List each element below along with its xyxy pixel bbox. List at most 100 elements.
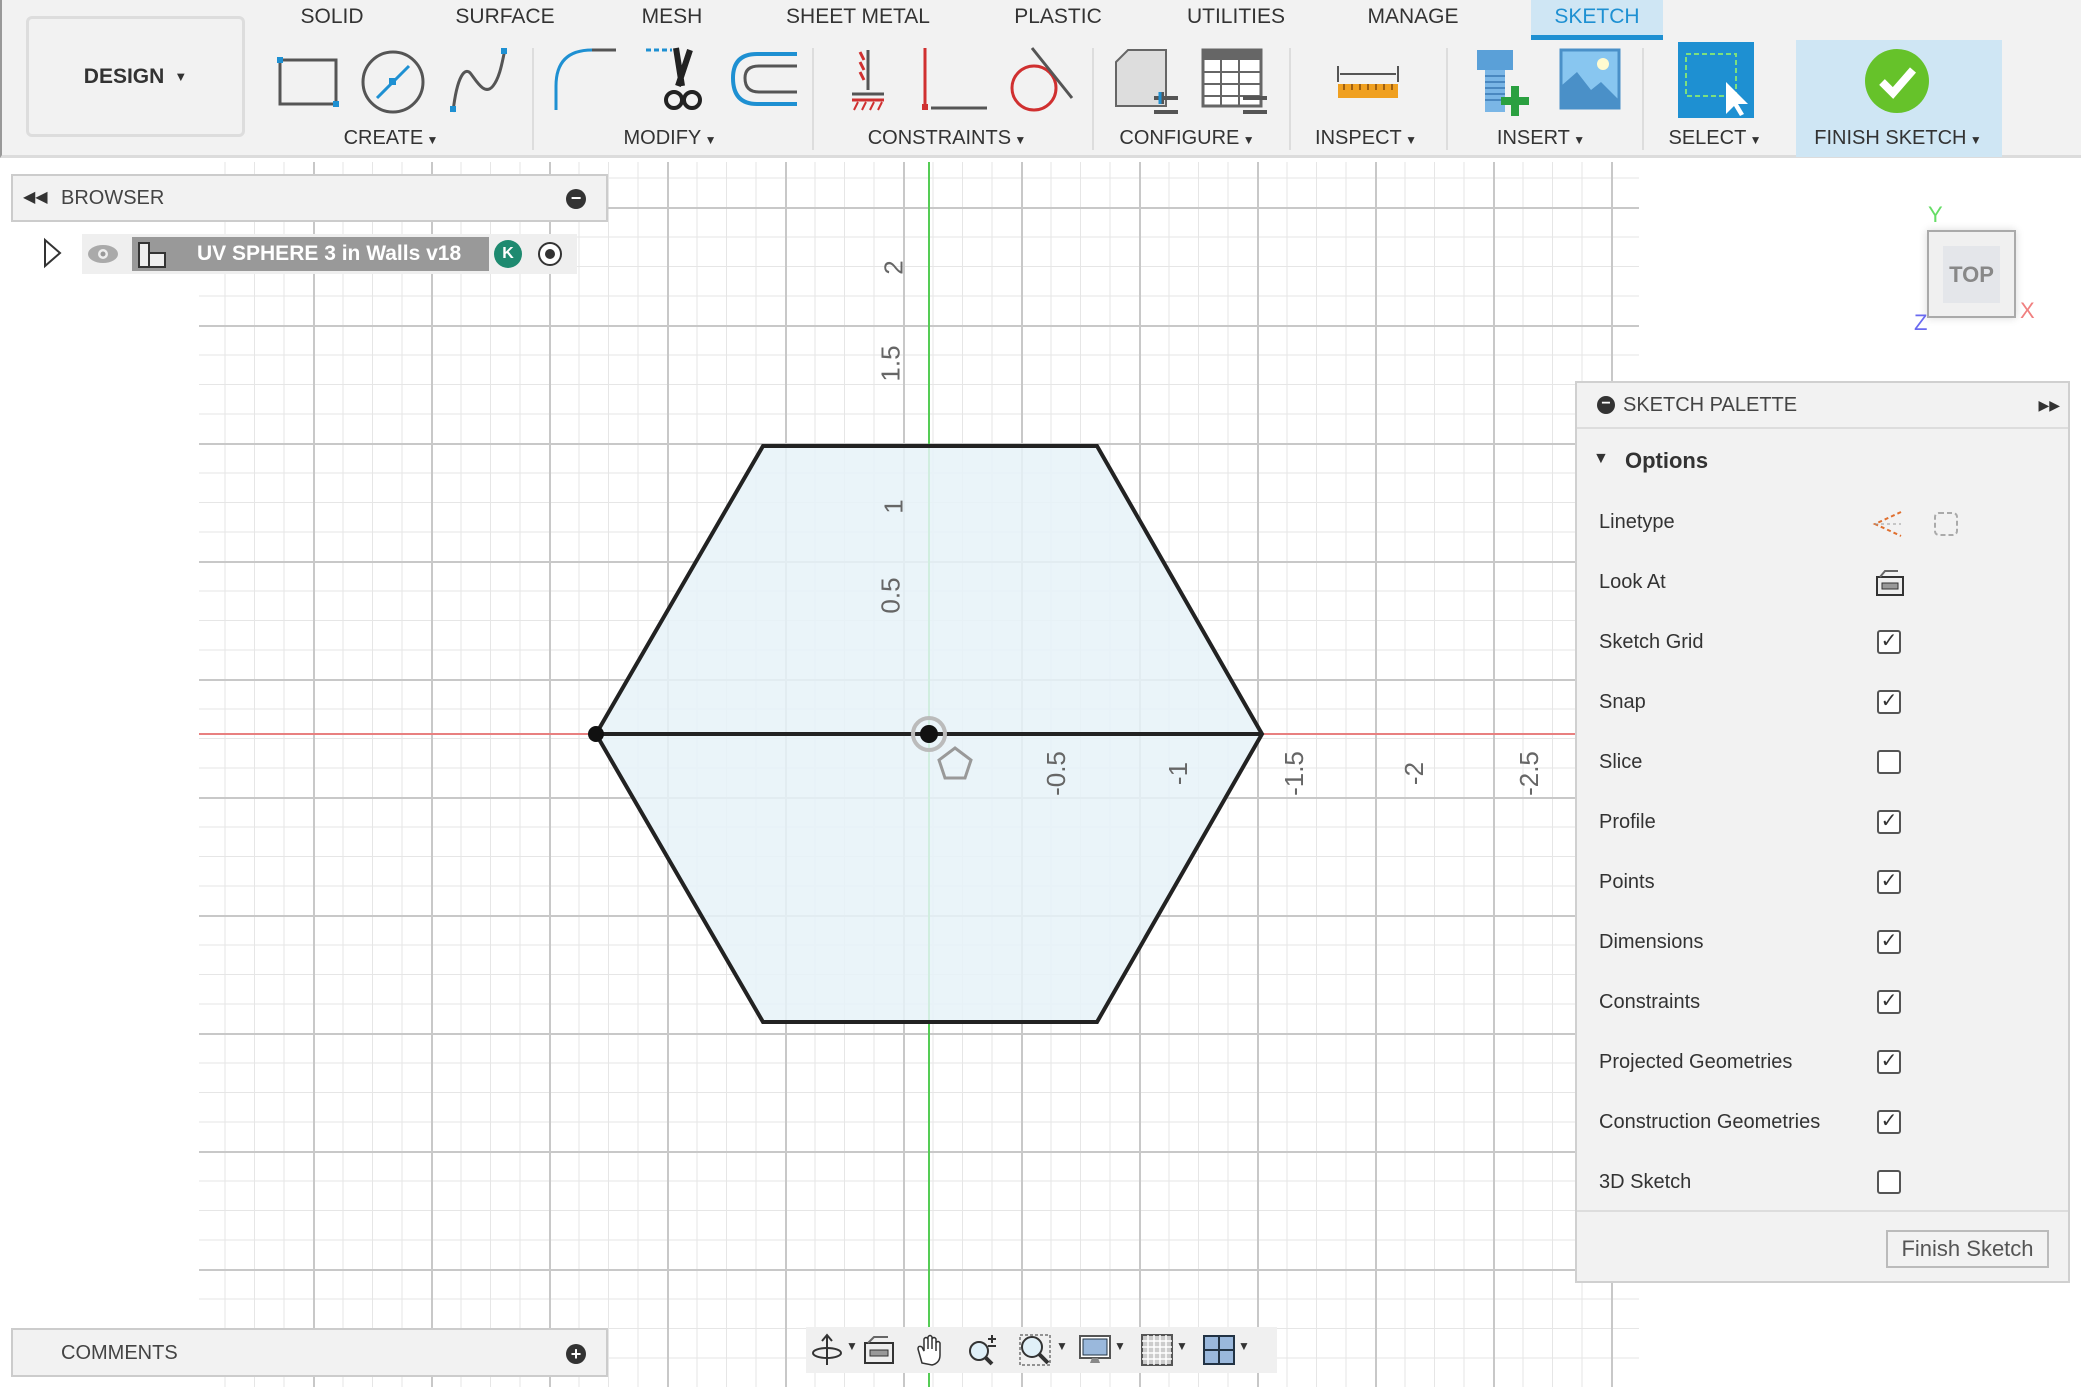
option-label: Profile xyxy=(1599,811,1656,833)
tab-solid[interactable]: SOLID xyxy=(300,4,363,40)
expand-arrow-icon[interactable] xyxy=(40,236,64,270)
configuration-table-icon[interactable] xyxy=(1199,46,1271,118)
caret-down-icon[interactable]: ▼ xyxy=(1056,1339,1068,1353)
tangent-constraint-icon[interactable] xyxy=(1002,46,1074,118)
fix-constraint-icon[interactable] xyxy=(832,46,904,118)
tab-plastic[interactable]: PLASTIC xyxy=(1014,4,1102,40)
tab-sketch[interactable]: SKETCH xyxy=(1554,4,1639,40)
caret-down-icon: ▼ xyxy=(1239,133,1255,147)
option-label: 3D Sketch xyxy=(1599,1171,1692,1193)
divider xyxy=(1092,48,1094,150)
caret-down-icon[interactable]: ▼ xyxy=(1176,1339,1188,1353)
minimize-icon[interactable]: − xyxy=(1597,396,1615,414)
collapse-panel-icon[interactable]: ◀◀ xyxy=(23,187,48,207)
browser-panel: ◀◀ BROWSER − xyxy=(11,174,608,222)
item-label-highlight: UV SPHERE 3 in Walls v18 xyxy=(132,237,489,271)
browser-item-row[interactable]: UV SPHERE 3 in Walls v18 K xyxy=(82,234,577,274)
insert-mcmaster-bolt-icon[interactable] xyxy=(1467,46,1539,118)
sketch-palette: − SKETCH PALETTE ▶▶ ▼ Options Linetype Lo… xyxy=(1575,381,2070,1283)
look-at-icon[interactable] xyxy=(862,1333,896,1367)
group-label: INSPECT xyxy=(1315,127,1402,149)
rectangle-icon[interactable] xyxy=(272,46,344,118)
viewcube-top-face[interactable]: TOP xyxy=(1943,246,2000,303)
linetype-construction-icon[interactable] xyxy=(1871,509,1905,539)
group-create-menu[interactable]: CREATE ▼ xyxy=(344,127,439,150)
caret-down-icon: ▼ xyxy=(1401,133,1417,147)
caret-down-icon: ▼ xyxy=(1569,133,1586,147)
pan-hand-icon[interactable] xyxy=(914,1333,948,1367)
group-insert-menu[interactable]: INSERT ▼ xyxy=(1497,127,1585,150)
orbit-icon[interactable] xyxy=(810,1333,844,1367)
viewports-icon[interactable] xyxy=(1202,1333,1236,1367)
profile-checkbox[interactable]: ✓ xyxy=(1877,810,1901,834)
divider xyxy=(1446,48,1448,150)
insert-canvas-image-icon[interactable] xyxy=(1557,46,1629,118)
zoom-icon[interactable] xyxy=(966,1333,1000,1367)
grid-settings-icon[interactable] xyxy=(1140,1333,1174,1367)
tab-surface[interactable]: SURFACE xyxy=(455,4,554,40)
change-parameters-icon[interactable] xyxy=(1112,46,1184,118)
visibility-eye-icon[interactable] xyxy=(86,242,120,266)
look-at-icon[interactable] xyxy=(1874,567,1906,599)
select-window-icon[interactable] xyxy=(1678,42,1754,118)
constraints-checkbox[interactable]: ✓ xyxy=(1877,990,1901,1014)
navigation-bar: ▼ ▼ ▼ ▼ ▼ xyxy=(806,1327,1277,1373)
sketch-canvas[interactable]: 2 1.5 1 0.5 -0.5 -1 -1.5 -2 -2.5 xyxy=(199,162,1639,1387)
group-configure-menu[interactable]: CONFIGURE ▼ xyxy=(1119,127,1254,150)
circle-icon[interactable] xyxy=(357,46,429,118)
workspace-switcher[interactable]: DESIGN ▼ xyxy=(26,16,245,137)
fit-zoom-window-icon[interactable] xyxy=(1018,1333,1052,1367)
sketch-grid-checkbox[interactable]: ✓ xyxy=(1877,630,1901,654)
center-point[interactable] xyxy=(920,725,938,743)
construction-geometries-checkbox[interactable]: ✓ xyxy=(1877,1110,1901,1134)
divider xyxy=(1642,48,1644,150)
option-label: Sketch Grid xyxy=(1599,631,1704,653)
option-label: Snap xyxy=(1599,691,1646,713)
group-select-menu[interactable]: SELECT ▼ xyxy=(1668,127,1761,150)
tab-manage[interactable]: MANAGE xyxy=(1367,4,1458,40)
group-label: CONFIGURE xyxy=(1119,127,1240,149)
perpendicular-constraint-icon[interactable] xyxy=(917,46,989,118)
display-settings-icon[interactable] xyxy=(1078,1333,1112,1367)
sketch-point[interactable] xyxy=(588,726,604,742)
measure-icon[interactable] xyxy=(1332,46,1404,118)
section-collapse-icon[interactable]: ▼ xyxy=(1593,450,1609,468)
caret-down-icon[interactable]: ▼ xyxy=(846,1339,858,1353)
projected-geometries-checkbox[interactable]: ✓ xyxy=(1877,1050,1901,1074)
component-icon xyxy=(138,242,166,268)
slice-checkbox[interactable] xyxy=(1877,750,1901,774)
add-comment-icon[interactable]: + xyxy=(566,1344,586,1364)
group-constraints-menu[interactable]: CONSTRAINTS ▼ xyxy=(868,127,1027,150)
option-label: Points xyxy=(1599,871,1655,893)
caret-down-icon: ▼ xyxy=(1966,133,1982,147)
caret-down-icon[interactable]: ▼ xyxy=(1114,1339,1126,1353)
viewcube[interactable]: TOP xyxy=(1927,230,2016,318)
browser-title: BROWSER xyxy=(61,187,165,209)
offset-icon[interactable] xyxy=(727,46,799,118)
group-modify-menu[interactable]: MODIFY ▼ xyxy=(624,127,717,150)
tab-sheet-metal[interactable]: SHEET METAL xyxy=(786,4,930,40)
group-label: CREATE xyxy=(343,127,424,149)
caret-down-icon: ▼ xyxy=(423,133,439,147)
3d-sketch-checkbox[interactable] xyxy=(1877,1170,1901,1194)
trim-scissors-icon[interactable] xyxy=(642,46,714,118)
dimensions-checkbox[interactable]: ✓ xyxy=(1877,930,1901,954)
fillet-icon[interactable] xyxy=(552,46,624,118)
finish-sketch-check-icon[interactable] xyxy=(1864,48,1930,114)
tab-mesh[interactable]: MESH xyxy=(642,4,703,40)
caret-down-icon[interactable]: ▼ xyxy=(1238,1339,1250,1353)
snap-checkbox[interactable]: ✓ xyxy=(1877,690,1901,714)
activate-radio-icon[interactable] xyxy=(536,240,564,268)
group-finish-sketch-menu[interactable]: FINISH SKETCH ▼ xyxy=(1814,127,1981,150)
points-checkbox[interactable]: ✓ xyxy=(1877,870,1901,894)
spline-icon[interactable] xyxy=(445,46,517,118)
options-section-title[interactable]: Options xyxy=(1625,448,1708,474)
group-inspect-menu[interactable]: INSPECT ▼ xyxy=(1315,127,1417,150)
linetype-centerline-icon[interactable] xyxy=(1931,509,1961,539)
minimize-icon[interactable]: − xyxy=(566,189,586,209)
expand-palette-icon[interactable]: ▶▶ xyxy=(2038,397,2060,414)
finish-sketch-button[interactable]: Finish Sketch xyxy=(1886,1230,2049,1268)
tab-utilities[interactable]: UTILITIES xyxy=(1187,4,1285,40)
y-axis-tick-label: 0.5 xyxy=(875,577,906,614)
x-axis-tick-label: -1 xyxy=(1163,761,1194,786)
